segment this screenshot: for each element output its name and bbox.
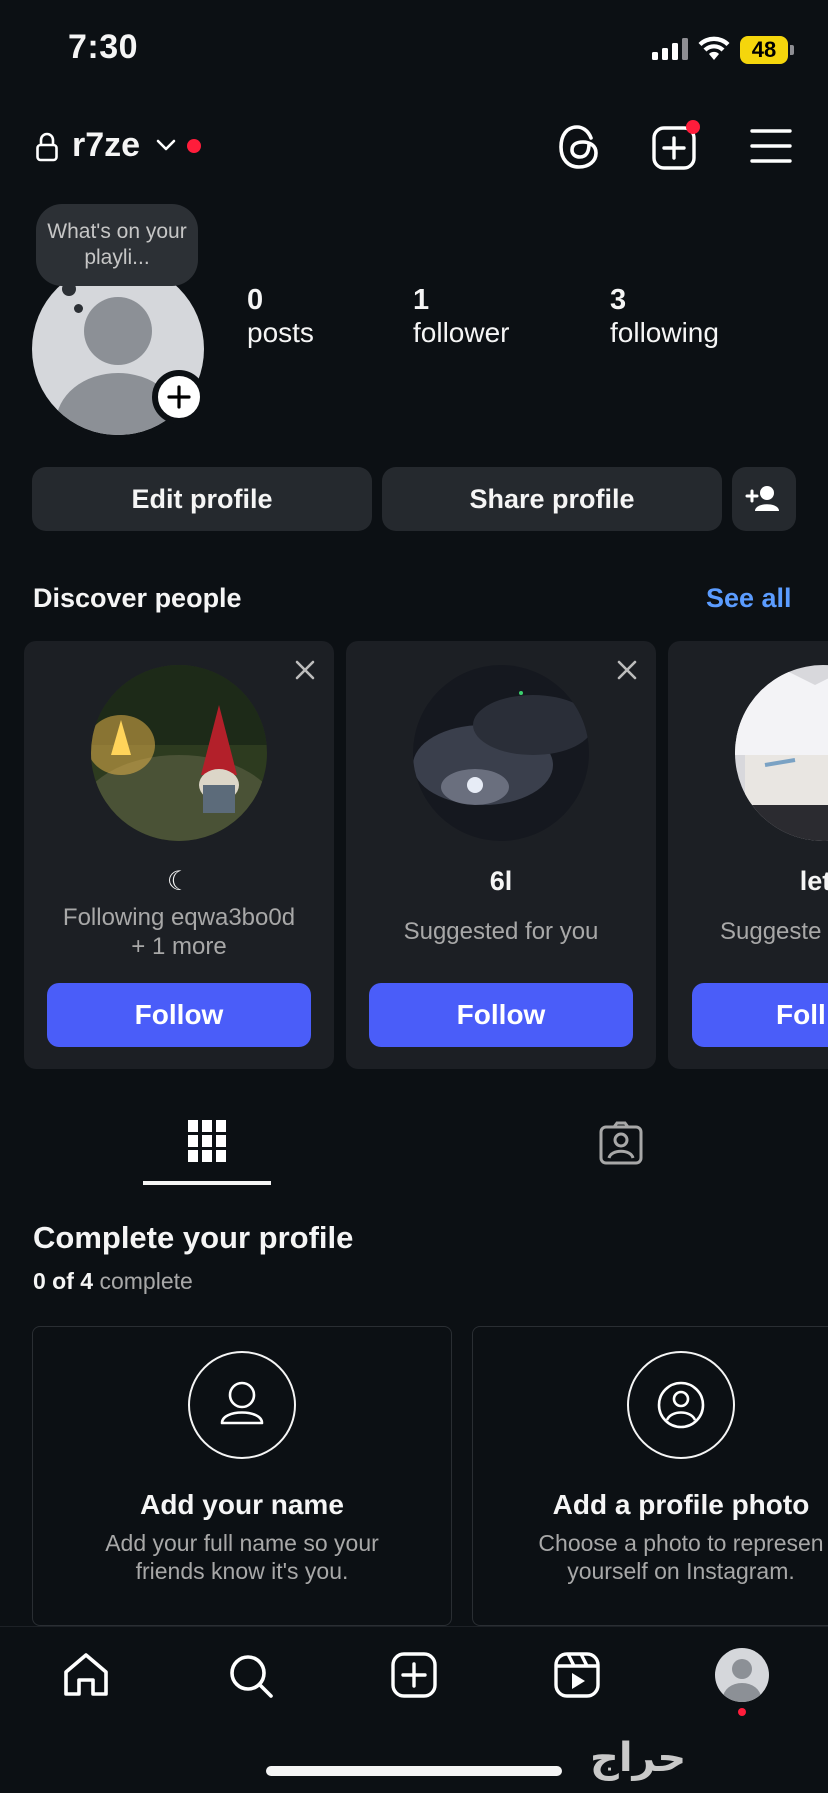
- task-title: Add your name: [140, 1489, 344, 1520]
- stat-following-label: following: [610, 317, 719, 348]
- person-icon: [188, 1351, 296, 1459]
- suggestion-name: ☾: [166, 866, 192, 896]
- progress-count: 0 of 4: [33, 1268, 94, 1294]
- menu-icon[interactable]: [750, 128, 792, 164]
- task-card-add-name[interactable]: Add your name Add your full name so your…: [32, 1326, 452, 1626]
- stat-posts[interactable]: 0 posts: [247, 284, 314, 349]
- suggestion-mutual: Following eqwa3bo0d: [62, 904, 296, 931]
- discover-people-title: Discover people: [33, 583, 242, 613]
- task-description-line: Choose a photo to represen: [538, 1530, 824, 1556]
- plus-icon: [167, 385, 191, 409]
- username-switcher[interactable]: r7ze: [72, 126, 140, 165]
- note-bubble[interactable]: What's on your playli...: [36, 204, 198, 286]
- close-icon[interactable]: [294, 659, 316, 681]
- follow-button[interactable]: Follow: [369, 983, 633, 1047]
- create-icon[interactable]: [391, 1652, 437, 1698]
- status-time: 7:30: [68, 28, 139, 66]
- stat-followers-value: 1: [413, 284, 430, 316]
- stat-following[interactable]: 3 following: [610, 284, 719, 349]
- stat-followers-label: follower: [413, 317, 510, 348]
- task-description: Add your full name so your friends know …: [33, 1529, 451, 1585]
- suggestion-card[interactable]: ☾ Following eqwa3bo0d + 1 more Follow: [24, 641, 334, 1069]
- add-person-icon: [745, 486, 779, 511]
- stat-posts-value: 0: [247, 284, 264, 316]
- profile-tab-avatar[interactable]: [715, 1648, 769, 1702]
- search-icon[interactable]: [227, 1652, 275, 1700]
- profile-notification-dot: [738, 1708, 746, 1716]
- battery-indicator: 48: [740, 36, 788, 64]
- suggestion-avatar[interactable]: [91, 665, 267, 841]
- suggestion-name: let7: [799, 866, 828, 896]
- share-profile-button[interactable]: Share profile: [382, 467, 722, 531]
- stat-followers[interactable]: 1 follower: [413, 284, 509, 349]
- stat-following-value: 3: [610, 284, 627, 316]
- cellular-signal-icon: [652, 38, 688, 60]
- close-icon[interactable]: [616, 659, 638, 681]
- suggestion-card[interactable]: let7 Suggeste Foll: [668, 641, 828, 1069]
- chevron-down-icon[interactable]: [156, 138, 176, 152]
- see-all-link[interactable]: See all: [706, 583, 792, 614]
- suggestion-name: 6l: [489, 866, 513, 896]
- profile-photo-icon: [627, 1351, 735, 1459]
- active-tab-indicator: [143, 1181, 271, 1185]
- add-story-button[interactable]: [152, 370, 206, 424]
- edit-profile-button[interactable]: Edit profile: [32, 467, 372, 531]
- watermark: حراج: [590, 1736, 687, 1780]
- create-notification-dot: [686, 120, 700, 134]
- follow-button[interactable]: Follow: [47, 983, 311, 1047]
- task-description-line: friends know it's you.: [135, 1558, 349, 1584]
- suggestion-avatar[interactable]: [413, 665, 589, 841]
- progress-suffix: complete: [99, 1268, 193, 1294]
- complete-profile-progress: 0 of 4 complete: [33, 1268, 193, 1295]
- task-description-line: yourself on Instagram.: [567, 1558, 795, 1584]
- wifi-icon: [698, 36, 730, 60]
- suggestion-card[interactable]: 6l Suggested for you Follow: [346, 641, 656, 1069]
- task-card-add-photo[interactable]: Add a profile photo Choose a photo to re…: [472, 1326, 828, 1626]
- suggestion-reason: Suggested for you: [403, 918, 599, 945]
- note-bubble-tail-small: [74, 304, 83, 313]
- reels-icon[interactable]: [554, 1652, 600, 1698]
- task-description: Choose a photo to represen yourself on I…: [473, 1529, 828, 1585]
- suggestion-mutual-more: + 1 more: [131, 933, 227, 960]
- notification-dot: [187, 139, 201, 153]
- suggestion-reason: Suggeste: [720, 918, 822, 945]
- task-description-line: Add your full name so your: [105, 1530, 379, 1556]
- follow-button[interactable]: Foll: [692, 983, 828, 1047]
- discover-people-toggle-button[interactable]: [732, 467, 796, 531]
- home-icon[interactable]: [62, 1652, 110, 1698]
- tagged-person-icon: [599, 1121, 643, 1165]
- private-lock-icon: [36, 132, 58, 162]
- complete-profile-title: Complete your profile: [33, 1220, 354, 1255]
- task-title: Add a profile photo: [552, 1489, 810, 1520]
- home-indicator[interactable]: [266, 1766, 562, 1776]
- suggestion-avatar[interactable]: [735, 665, 828, 841]
- tab-posts-grid[interactable]: [187, 1119, 227, 1163]
- tab-tagged[interactable]: [599, 1121, 643, 1165]
- threads-icon[interactable]: [558, 124, 602, 170]
- stat-posts-label: posts: [247, 317, 314, 348]
- battery-tip: [790, 45, 794, 55]
- grid-icon: [188, 1120, 226, 1162]
